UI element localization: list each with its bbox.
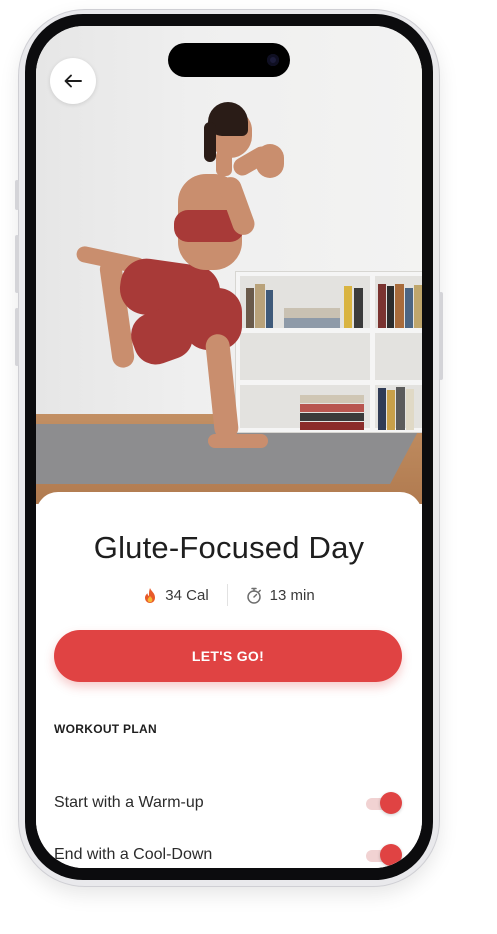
warmup-option: Start with a Warm-up: [54, 788, 402, 818]
workout-plan-heading: WORKOUT PLAN: [54, 722, 157, 736]
side-button-power: [439, 292, 443, 380]
side-button-volume-down: [15, 308, 19, 366]
duration-stat: 13 min: [246, 587, 315, 604]
duration-value: 13 min: [269, 586, 315, 604]
calories-value: 34 Cal: [165, 586, 209, 604]
book: [266, 290, 273, 328]
book-row: [244, 282, 368, 328]
athlete-front-foot: [208, 434, 268, 448]
warmup-label: Start with a Warm-up: [54, 794, 204, 811]
calories-stat: 34 Cal: [143, 586, 209, 604]
warmup-toggle[interactable]: [366, 792, 402, 814]
shelf-board: [240, 380, 422, 385]
cooldown-toggle[interactable]: [366, 844, 402, 866]
dynamic-island: [168, 43, 290, 77]
book: [395, 284, 404, 328]
side-button-volume-up: [15, 235, 19, 293]
book: [344, 286, 352, 328]
book: [378, 284, 386, 328]
book-row: [376, 386, 422, 430]
toggle-knob: [380, 844, 402, 866]
lets-go-button[interactable]: LET'S GO!: [54, 630, 402, 682]
workout-stats: 34 Cal 13 min: [36, 584, 422, 606]
side-button-action: [15, 180, 19, 210]
athlete-neck: [216, 150, 232, 176]
book: [387, 286, 394, 328]
bookshelf: [236, 272, 422, 432]
book: [300, 422, 364, 430]
shelf-divider: [370, 276, 375, 428]
book: [300, 413, 364, 421]
book: [246, 288, 254, 328]
arrow-left-icon: [64, 74, 82, 88]
camera-icon: [267, 54, 279, 66]
book: [406, 389, 414, 430]
book: [387, 390, 395, 430]
shelf-board: [240, 328, 422, 333]
workout-card: Glute-Focused Day 34 Cal 13 min LET'S GO…: [36, 492, 422, 868]
stats-divider: [226, 584, 228, 606]
book: [405, 288, 413, 328]
cooldown-option: End with a Cool-Down: [54, 840, 402, 868]
app-screen: Glute-Focused Day 34 Cal 13 min LET'S GO…: [36, 26, 422, 868]
book: [378, 388, 386, 430]
back-button[interactable]: [50, 58, 96, 104]
book: [284, 318, 340, 328]
book: [414, 285, 422, 328]
book: [396, 387, 405, 430]
athlete-ponytail: [204, 122, 216, 162]
flame-icon: [145, 587, 156, 603]
toggle-knob: [380, 792, 402, 814]
workout-title: Glute-Focused Day: [93, 530, 365, 565]
book: [300, 395, 364, 403]
stopwatch-icon: [246, 587, 261, 604]
book-row: [300, 386, 368, 430]
cooldown-label: End with a Cool-Down: [54, 846, 213, 863]
book: [284, 308, 340, 318]
book: [354, 288, 363, 328]
book-row: [376, 282, 422, 328]
hero-image: [36, 26, 422, 504]
book: [300, 404, 364, 412]
book: [255, 284, 265, 328]
